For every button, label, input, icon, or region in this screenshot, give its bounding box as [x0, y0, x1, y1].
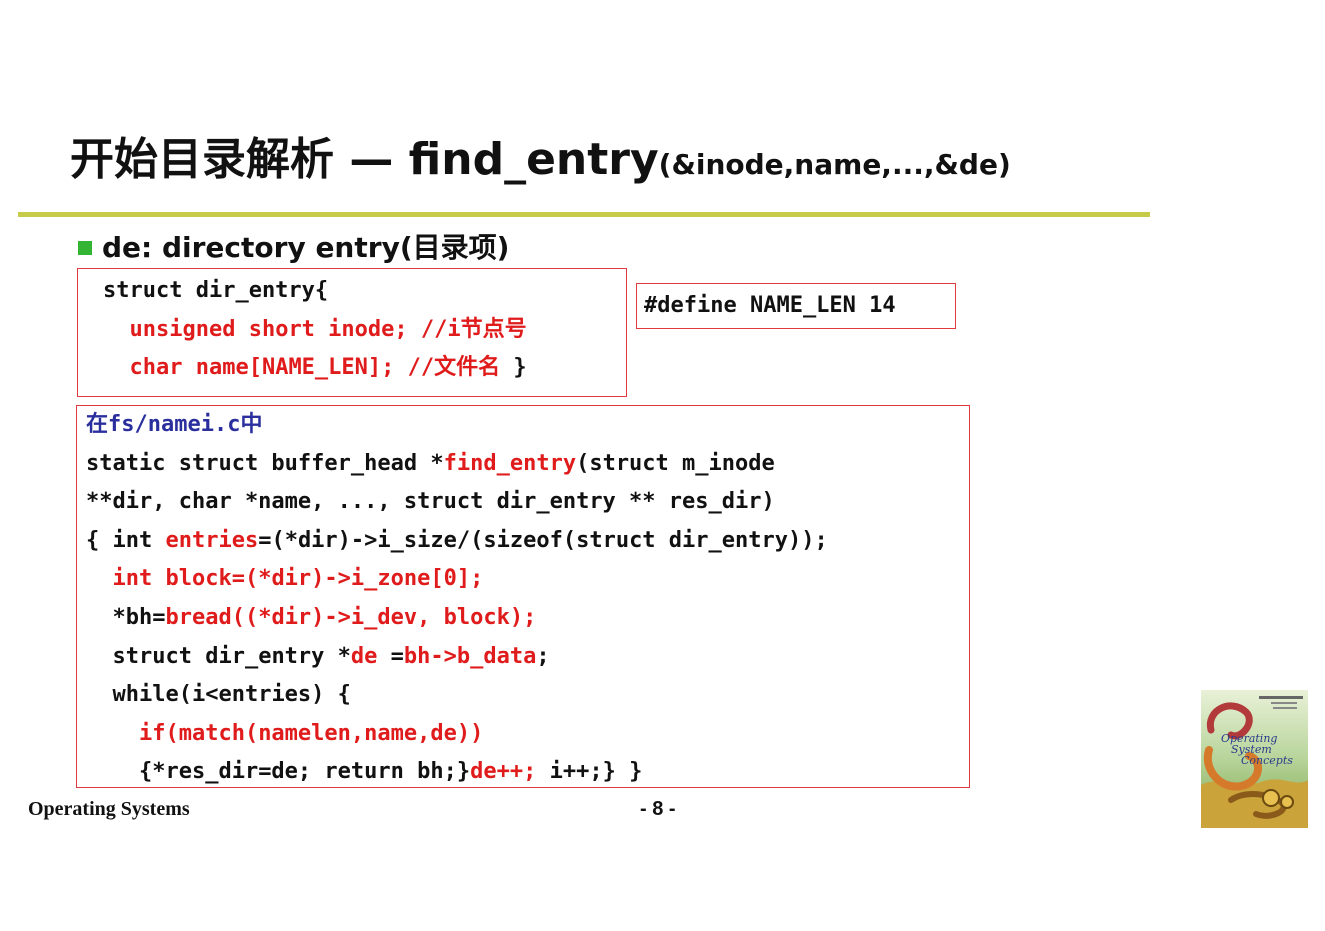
- code-line-4c: =(*dir)->i_size/(sizeof(struct dir_entry…: [258, 527, 828, 553]
- bullet-text: de: directory entry(目录项): [102, 231, 510, 264]
- code-location: 在fs/namei.c中: [86, 412, 263, 437]
- bullet-point: de: directory entry(目录项): [78, 226, 509, 266]
- code-line-10c: i++;} }: [536, 759, 643, 785]
- code-line-7e: ;: [536, 643, 550, 669]
- code-line-6b: bread((*dir)->i_dev, block);: [165, 604, 537, 630]
- code-line-7c: =: [377, 643, 404, 669]
- code-line-2b: find_entry: [443, 450, 577, 476]
- find-entry-code-box: 在fs/namei.c中 static struct buffer_head *…: [76, 405, 970, 788]
- code-line-10b: de++;: [470, 759, 537, 785]
- code-line-9: if(match(namelen,name,de)): [138, 720, 484, 746]
- define-code: #define NAME_LEN 14: [644, 293, 896, 318]
- struct-line-2: unsigned short inode; //i节点号: [129, 316, 527, 342]
- find-entry-code: 在fs/namei.c中 static struct buffer_head *…: [86, 406, 828, 792]
- code-line-7a: struct dir_entry *: [112, 643, 351, 669]
- struct-code: struct dir_entry{ unsigned short inode; …: [103, 272, 527, 388]
- slide-title-args: (&inode,name,...,&de): [658, 148, 1011, 181]
- code-line-4b: entries: [165, 527, 259, 553]
- book-cover-illustration: Operating System Concepts: [1201, 690, 1308, 828]
- code-line-2a: static struct buffer_head *: [86, 450, 444, 476]
- cover-title-line-3: Concepts: [1241, 754, 1293, 767]
- footer-course: Operating Systems: [28, 798, 190, 820]
- code-line-2c: (struct m_inode: [576, 450, 775, 476]
- title-rule: [18, 212, 1150, 217]
- struct-closing-brace: }: [500, 355, 527, 381]
- slide-title-main: 开始目录解析 — find_entry: [70, 134, 659, 185]
- struct-definition-box: struct dir_entry{ unsigned short inode; …: [77, 268, 627, 397]
- code-line-3: **dir, char *name, ..., struct dir_entry…: [86, 489, 775, 515]
- code-line-4a: { int: [86, 527, 166, 553]
- code-line-8: while(i<entries) {: [112, 682, 351, 708]
- slide-title: 开始目录解析 — find_entry(&inode,name,...,&de): [70, 138, 1011, 182]
- struct-line-1: struct dir_entry{: [103, 278, 329, 303]
- footer-page-number: - 8 -: [640, 798, 676, 820]
- book-cover-image: Operating System Concepts: [1201, 690, 1308, 828]
- code-line-5: int block=(*dir)->i_zone[0];: [112, 566, 484, 592]
- code-line-7d: bh->b_data: [403, 643, 537, 669]
- define-box: #define NAME_LEN 14: [636, 283, 956, 329]
- code-line-6a: *bh=: [112, 604, 166, 630]
- struct-line-3: char name[NAME_LEN]; //文件名: [129, 355, 501, 381]
- code-line-7b: de: [350, 643, 378, 669]
- bullet-square-icon: [78, 241, 92, 255]
- code-line-10a: {*res_dir=de; return bh;}: [138, 759, 471, 785]
